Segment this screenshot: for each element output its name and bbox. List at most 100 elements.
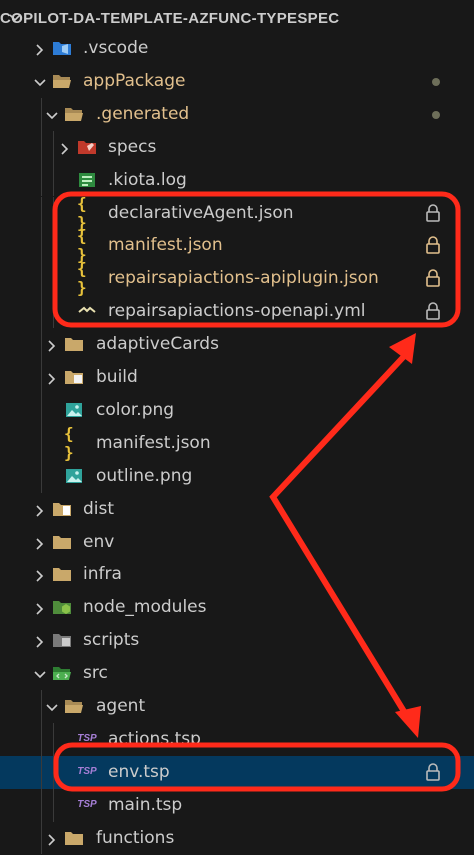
scripts-folder-icon [52, 631, 72, 649]
indent-guide [53, 262, 54, 296]
tree-item-outline-png[interactable]: outline.png [0, 459, 474, 493]
indent-guide [41, 426, 42, 460]
tsp-icon-text: TSP [77, 766, 97, 778]
lock-icon [424, 235, 442, 255]
tree-item-label: repairsapiactions-openapi.yml [108, 301, 366, 322]
lock-icon [424, 268, 442, 288]
tree-item-env-tsp[interactable]: TSP env.tsp [0, 755, 474, 789]
modified-dot-icon [432, 77, 440, 86]
indent-guide [53, 163, 54, 197]
lock-icon [424, 203, 442, 223]
log-file-icon [77, 171, 97, 189]
tree-item-src[interactable]: src [0, 657, 474, 690]
chevron-right-icon[interactable] [33, 42, 47, 56]
tree-item-actions-tsp[interactable]: TSP actions.tsp [0, 722, 474, 756]
tree-item-kiota-log[interactable]: .kiota.log [0, 163, 474, 197]
chevron-right-icon[interactable] [33, 536, 47, 550]
chevron-down-icon[interactable] [45, 700, 59, 714]
tree-item-manifest-json[interactable]: { } manifest.json [0, 423, 474, 462]
tree-item-node-modules[interactable]: node_modules [0, 591, 474, 624]
indent-guide [41, 130, 42, 164]
chevron-right-icon[interactable] [33, 601, 47, 615]
chevron-down-icon[interactable] [33, 667, 47, 681]
indent-guide [41, 328, 42, 361]
tree-item-label: actions.tsp [108, 728, 201, 749]
tree-item-infra[interactable]: infra [0, 558, 474, 591]
tree-item-label: infra [83, 564, 122, 585]
tree-item-label: .kiota.log [108, 169, 187, 190]
indent-guide [53, 130, 54, 164]
json-icon: { } [64, 423, 74, 462]
tsp-icon: TSP [77, 796, 97, 814]
chevron-right-icon[interactable] [33, 634, 47, 648]
tree-item-build[interactable]: build [0, 361, 474, 394]
src-folder-icon [52, 664, 72, 682]
indent-guide [41, 393, 42, 427]
indent-guide [41, 262, 42, 296]
tree-item-label: main.tsp [108, 794, 183, 815]
tree-item-functions[interactable]: functions [0, 821, 474, 855]
tree-item-label: repairsapiactions-apiplugin.json [108, 268, 379, 289]
tree-item-label: manifest.json [96, 432, 211, 453]
explorer-header[interactable]: COPILOT-DA-TEMPLATE-AZFUNC-TYPESPEC [0, 0, 474, 36]
tree-item-manifest-json[interactable]: { } manifest.json [0, 226, 474, 264]
tsp-icon: TSP [77, 730, 97, 748]
tree-item-env[interactable]: env [0, 526, 474, 559]
tree-item-label: outline.png [96, 465, 193, 486]
tree-item-agent[interactable]: agent [0, 690, 474, 723]
lock-icon [424, 301, 442, 321]
json-icon: { } [77, 259, 87, 298]
folder-icon [64, 335, 84, 353]
chevron-right-icon[interactable] [45, 338, 59, 352]
indent-guide [41, 97, 42, 131]
indent-guide [53, 295, 54, 329]
chevron-right-icon[interactable] [45, 832, 59, 846]
chevron-down-icon[interactable] [8, 11, 22, 25]
tree-item-label: adaptiveCards [96, 334, 219, 355]
chevron-right-icon[interactable] [45, 371, 59, 385]
tree-item-specs[interactable]: specs [0, 130, 474, 164]
tree-item-label: specs [108, 136, 157, 157]
chevron-right-icon[interactable] [33, 503, 47, 517]
tree-item-label: env [83, 531, 115, 552]
tree-item-declarativeagent-json[interactable]: { } declarativeAgent.json [0, 194, 474, 232]
tree-item-label: appPackage [83, 70, 186, 91]
indent-guide [41, 196, 42, 230]
build-folder-icon [64, 368, 84, 386]
dist-folder-icon [52, 500, 72, 518]
chevron-right-icon[interactable] [33, 568, 47, 582]
indent-guide [53, 722, 54, 756]
indent-guide [53, 788, 54, 822]
modified-dot-icon [432, 110, 440, 119]
tree-item-generated[interactable]: .generated [0, 97, 474, 131]
explorer-title: COPILOT-DA-TEMPLATE-AZFUNC-TYPESPEC [0, 9, 340, 27]
image-icon [64, 401, 84, 419]
tree-item-label: declarativeAgent.json [108, 202, 294, 223]
tree-item-label: env.tsp [108, 761, 170, 782]
tree-item-color-png[interactable]: color.png [0, 393, 474, 427]
tree-item-label: agent [96, 696, 146, 716]
node-folder-icon [52, 598, 72, 616]
chevron-down-icon[interactable] [45, 108, 59, 122]
tree-item-scripts[interactable]: scripts [0, 624, 474, 657]
tsp-icon: TSP [77, 763, 97, 781]
tree-item-label: scripts [83, 630, 140, 651]
indent-guide [41, 163, 42, 197]
chevron-down-icon[interactable] [33, 75, 47, 89]
lock-icon [424, 762, 442, 782]
chevron-right-icon[interactable] [58, 141, 72, 155]
specs-folder-icon [77, 138, 97, 156]
tree-item-label: manifest.json [108, 235, 223, 256]
tree-item-repairsapiactions-openapi-yml[interactable]: repairsapiactions-openapi.yml [0, 295, 474, 329]
tree-item-label: dist [83, 498, 115, 519]
tree-item-adaptivecards[interactable]: adaptiveCards [0, 328, 474, 361]
tree-item-repairsapiactions-apiplugin-json[interactable]: { } repairsapiactions-apiplugin.json [0, 259, 474, 298]
tree-item-vscode[interactable]: .vscode [0, 32, 474, 65]
tree-item-main-tsp[interactable]: TSP main.tsp [0, 788, 474, 822]
tree-item-dist[interactable]: dist [0, 493, 474, 526]
folder-icon [52, 533, 72, 551]
tree-item-label: color.png [96, 399, 175, 420]
tree-item-apppackage[interactable]: appPackage [0, 65, 474, 98]
vscode-folder-icon [52, 39, 72, 57]
indent-guide [41, 755, 42, 789]
